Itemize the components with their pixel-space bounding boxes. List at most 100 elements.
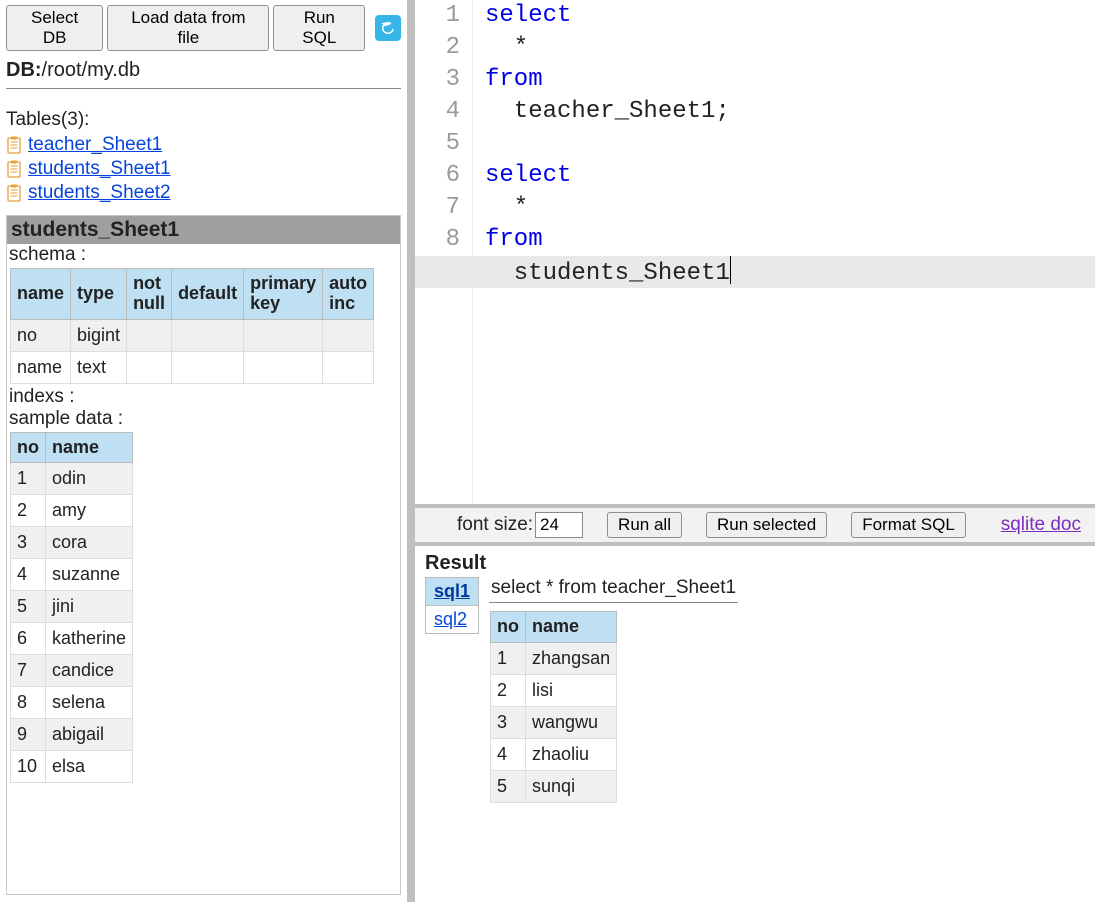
table-header-cell: no [491, 612, 526, 643]
table-row: nobigint [11, 319, 374, 351]
schema-table-name: students_Sheet1 [7, 216, 400, 244]
table-cell [323, 351, 374, 383]
result-title: Result [425, 552, 1085, 575]
table-cell: katherine [46, 623, 133, 655]
table-row: 7candice [11, 655, 133, 687]
db-path: /root/my.db [42, 59, 141, 81]
table-row: 4suzanne [11, 559, 133, 591]
table-link[interactable]: students_Sheet2 [28, 182, 171, 204]
table-header-cell: primarykey [244, 269, 323, 320]
table-cell: 1 [11, 463, 46, 495]
refresh-icon[interactable] [375, 15, 401, 41]
sample-data-table: noname1odin2amy3cora4suzanne5jini6kather… [10, 432, 133, 784]
table-cell: no [11, 319, 71, 351]
gutter-line-number: 6 [415, 160, 460, 192]
table-cell [244, 319, 323, 351]
font-size-input[interactable] [535, 512, 583, 538]
table-row: 6katherine [11, 623, 133, 655]
table-cell [127, 351, 172, 383]
table-header-cell: type [71, 269, 127, 320]
table-cell: abigail [46, 719, 133, 751]
table-cell: 6 [11, 623, 46, 655]
table-cell [127, 319, 172, 351]
table-cell: lisi [526, 674, 617, 706]
sql-editor[interactable]: 123456789 select *from teacher_Sheet1;se… [415, 0, 1095, 504]
table-header-cell: autoinc [323, 269, 374, 320]
table-cell: 3 [11, 527, 46, 559]
select-db-button[interactable]: Select DB [6, 5, 103, 51]
gutter-line-number: 5 [415, 128, 460, 160]
editor-toolbar: font size: Run all Run selected Format S… [415, 504, 1095, 546]
result-table: noname1zhangsan2lisi3wangwu4zhaoliu5sunq… [490, 611, 617, 803]
table-cell: 2 [491, 674, 526, 706]
result-tab-sql2[interactable]: sql2 [425, 605, 479, 634]
tables-header: Tables(3): [6, 109, 401, 131]
table-cell: 4 [11, 559, 46, 591]
table-header-cell: notnull [127, 269, 172, 320]
table-row: 3wangwu [491, 706, 617, 738]
table-cell: amy [46, 495, 133, 527]
table-header-cell: default [172, 269, 244, 320]
table-row: 4zhaoliu [491, 738, 617, 770]
table-link[interactable]: teacher_Sheet1 [28, 134, 162, 156]
gutter-line-number: 1 [415, 0, 460, 32]
table-cell: zhangsan [526, 642, 617, 674]
format-sql-button[interactable]: Format SQL [851, 512, 966, 538]
right-panel: 123456789 select *from teacher_Sheet1;se… [411, 0, 1095, 902]
schema-label: schema : [7, 244, 400, 266]
table-cell: 4 [491, 738, 526, 770]
table-header-cell: name [526, 612, 617, 643]
table-row: 10elsa [11, 751, 133, 783]
table-cell [172, 319, 244, 351]
result-tabs: sql1sql2 [425, 577, 479, 633]
table-cell: suzanne [46, 559, 133, 591]
table-row: 2lisi [491, 674, 617, 706]
tables-list: teacher_Sheet1students_Sheet1students_Sh… [6, 131, 401, 209]
table-cell: zhaoliu [526, 738, 617, 770]
gutter-line-number: 4 [415, 96, 460, 128]
load-data-button[interactable]: Load data from file [107, 5, 269, 51]
run-all-button[interactable]: Run all [607, 512, 682, 538]
table-cell: 9 [11, 719, 46, 751]
table-row: 5sunqi [491, 770, 617, 802]
table-cell: candice [46, 655, 133, 687]
schema-panel: students_Sheet1 schema : nametypenotnull… [6, 215, 401, 895]
result-panel: Result sql1sql2 select * from teacher_Sh… [415, 546, 1095, 902]
table-cell: wangwu [526, 706, 617, 738]
code-line[interactable] [485, 128, 1095, 160]
sqlite-doc-link[interactable]: sqlite doc [1001, 514, 1081, 536]
result-tab-sql1[interactable]: sql1 [425, 577, 479, 606]
schema-columns-table: nametypenotnulldefaultprimarykeyautoincn… [10, 268, 374, 384]
font-size-label: font size: [457, 514, 533, 536]
table-cell: sunqi [526, 770, 617, 802]
code-line[interactable]: teacher_Sheet1; [485, 96, 1095, 128]
run-selected-button[interactable]: Run selected [706, 512, 827, 538]
table-link[interactable]: students_Sheet1 [28, 158, 171, 180]
table-cell: 3 [491, 706, 526, 738]
table-cell: selena [46, 687, 133, 719]
table-cell: name [11, 351, 71, 383]
table-cell: odin [46, 463, 133, 495]
code-line[interactable]: select [485, 0, 1095, 32]
top-toolbar: Select DB Load data from file Run SQL [6, 5, 401, 55]
table-cell: jini [46, 591, 133, 623]
code-line[interactable]: students_Sheet1 [485, 256, 1095, 288]
table-cell: 5 [491, 770, 526, 802]
code-line[interactable]: * [485, 32, 1095, 64]
table-row: 1odin [11, 463, 133, 495]
code-line[interactable]: select [485, 160, 1095, 192]
gutter-line-number: 8 [415, 224, 460, 256]
table-cell: elsa [46, 751, 133, 783]
table-row: 9abigail [11, 719, 133, 751]
table-header-cell: no [11, 432, 46, 463]
code-line[interactable]: from [485, 64, 1095, 96]
code-line[interactable]: from [485, 224, 1095, 256]
table-cell: 8 [11, 687, 46, 719]
table-row: nametext [11, 351, 374, 383]
gutter-line-number: 2 [415, 32, 460, 64]
code-line[interactable]: * [485, 192, 1095, 224]
run-sql-button[interactable]: Run SQL [273, 5, 365, 51]
left-panel: Select DB Load data from file Run SQL DB… [0, 0, 411, 902]
table-cell: text [71, 351, 127, 383]
table-cell: 10 [11, 751, 46, 783]
